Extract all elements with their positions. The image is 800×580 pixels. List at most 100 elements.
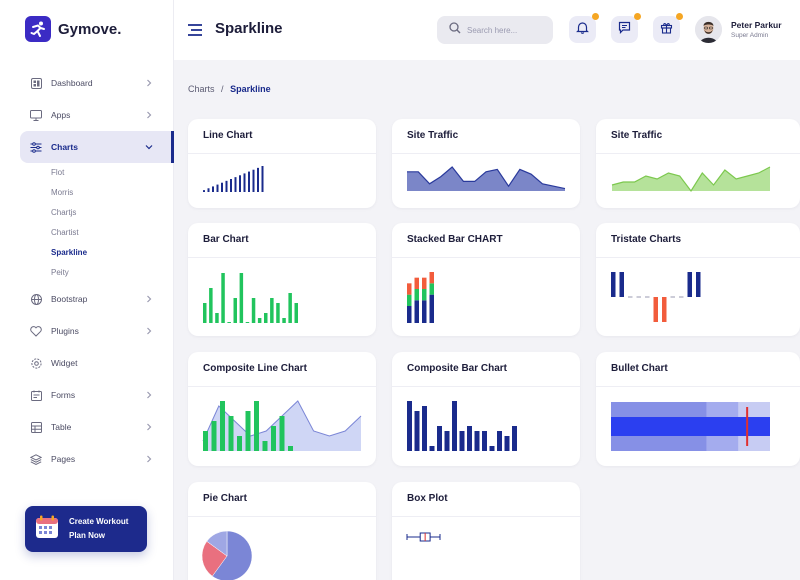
- submenu-item-sparkline[interactable]: Sparkline: [51, 243, 174, 263]
- chart-bar: [257, 167, 259, 192]
- pie-chart-card: Pie Chart: [188, 482, 376, 580]
- chart-bar: [497, 431, 502, 451]
- sidebar-item-label: Forms: [51, 390, 76, 400]
- search-icon: [449, 21, 461, 39]
- composite-line-sparkline: [202, 400, 362, 451]
- box-plot-card: Box Plot: [392, 482, 580, 580]
- tristate-sparkline: [611, 272, 701, 322]
- chart-bar: [245, 411, 251, 451]
- chart-bar-segment: [407, 294, 412, 306]
- chart-bar: [254, 401, 259, 451]
- chart-bar: [221, 182, 223, 192]
- chevron-right-icon: [144, 454, 154, 464]
- gifts-button[interactable]: [653, 13, 683, 43]
- chart-bar: [230, 179, 232, 192]
- chart-bar: [271, 426, 276, 451]
- settings-icon: [30, 357, 42, 369]
- gift-icon: [660, 21, 673, 39]
- search-input[interactable]: [467, 25, 547, 35]
- user-profile[interactable]: Peter Parkur Super Admin: [695, 16, 782, 43]
- chart-bar: [212, 186, 214, 192]
- chart-bar: [257, 318, 262, 323]
- chart-bar: [429, 446, 435, 451]
- submenu-item-chartjs[interactable]: Chartjs: [51, 203, 174, 223]
- chart-bar: [251, 298, 256, 323]
- chart-bar: [227, 322, 231, 323]
- sliders-icon: [30, 141, 42, 153]
- submenu-item-peity[interactable]: Peity: [51, 263, 174, 283]
- chart-bar: [459, 431, 465, 451]
- chart-bar: [474, 431, 480, 451]
- chevron-right-icon: [144, 294, 154, 304]
- sidebar-item-dashboard[interactable]: Dashboard: [0, 67, 174, 99]
- chart-bar: [422, 406, 427, 451]
- breadcrumb-parent[interactable]: Charts: [188, 84, 215, 94]
- bullet-target: [746, 407, 749, 446]
- chat-icon: [618, 21, 631, 39]
- sidebar: Gymove. Dashboard Apps Charts Flot Morri…: [0, 0, 174, 580]
- chart-bar: [512, 426, 517, 451]
- dashboard-icon: [30, 77, 42, 89]
- sidebar-item-bootstrap[interactable]: Bootstrap: [0, 283, 174, 315]
- create-workout-button[interactable]: Create Workout Plan Now: [25, 506, 147, 552]
- page-title: Sparkline: [215, 20, 283, 37]
- sidebar-item-pages[interactable]: Pages: [0, 443, 174, 475]
- brand-logo-icon: [25, 16, 51, 42]
- chart-bar: [270, 298, 274, 323]
- search-box[interactable]: [437, 16, 553, 44]
- messages-button[interactable]: [611, 13, 641, 43]
- breadcrumb-current: Sparkline: [230, 84, 271, 94]
- brand-name: Gymove.: [58, 20, 122, 38]
- breadcrumb-separator: /: [221, 84, 224, 94]
- chart-bar: [203, 303, 207, 323]
- sidebar-item-plugins[interactable]: Plugins: [0, 315, 174, 347]
- chart-bar-up: [619, 272, 624, 297]
- chart-bar-zero: [679, 296, 684, 298]
- breadcrumb: Charts / Sparkline: [188, 84, 271, 94]
- chart-bar-segment: [429, 283, 434, 295]
- chart-bar: [221, 273, 225, 323]
- chart-bar: [252, 169, 255, 192]
- chart-bar-segment: [422, 300, 427, 323]
- chart-bar: [482, 431, 487, 451]
- chart-bar: [282, 318, 286, 323]
- chart-bar: [228, 416, 234, 451]
- layers-icon: [30, 453, 42, 465]
- chart-bar: [211, 421, 217, 451]
- chart-bar: [437, 426, 442, 451]
- sidebar-item-label: Dashboard: [51, 78, 93, 88]
- notification-button[interactable]: [569, 13, 599, 43]
- sidebar-item-widget[interactable]: Widget: [0, 347, 174, 379]
- stacked-bar-card: Stacked Bar CHART: [392, 223, 580, 336]
- submenu-item-morris[interactable]: Morris: [51, 183, 174, 203]
- sidebar-item-apps[interactable]: Apps: [0, 99, 174, 131]
- heart-icon: [30, 325, 42, 337]
- chart-bar: [243, 173, 246, 192]
- chart-bar-up: [611, 272, 616, 297]
- avatar: [695, 16, 722, 43]
- chart-bar: [207, 188, 210, 192]
- notification-dot: [592, 13, 599, 20]
- bar-chart-sparkline: [203, 273, 298, 323]
- site-traffic-card: Site Traffic: [392, 119, 580, 208]
- menu-toggle-icon[interactable]: [188, 23, 202, 36]
- sidebar-item-forms[interactable]: Forms: [0, 379, 174, 411]
- submenu-item-chartist[interactable]: Chartist: [51, 223, 174, 243]
- pie-sparkline: [201, 530, 253, 580]
- chevron-right-icon: [144, 390, 154, 400]
- chart-bar-zero: [636, 296, 641, 298]
- brand[interactable]: Gymove.: [25, 16, 121, 42]
- sidebar-item-charts[interactable]: Charts: [20, 131, 174, 163]
- chart-bar: [261, 166, 264, 192]
- notification-dot: [676, 13, 683, 20]
- chart-bar: [444, 431, 450, 451]
- sidebar-item-table[interactable]: Table: [0, 411, 174, 443]
- site-traffic-sparkline: [407, 166, 566, 191]
- chart-bar: [220, 401, 225, 451]
- forms-icon: [30, 389, 42, 401]
- composite-line-card: Composite Line Chart: [188, 352, 376, 466]
- chart-bar: [279, 416, 285, 451]
- globe-icon: [30, 293, 42, 305]
- chart-bar: [504, 436, 510, 451]
- submenu-item-flot[interactable]: Flot: [51, 163, 174, 183]
